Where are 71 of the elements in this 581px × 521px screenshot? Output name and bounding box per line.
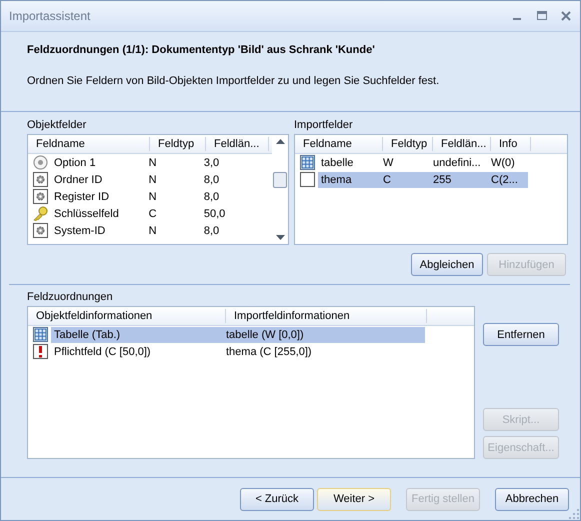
list-row[interactable]: Tabelle (Tab.) tabelle (W [0,0]) [51,326,425,342]
column-header[interactable]: Feldname [28,137,150,151]
gear-icon [33,223,48,238]
column-header[interactable]: Feldlän... [206,137,269,151]
group-label: Feldzuordnungen [27,291,114,303]
column-header[interactable]: Feldlän... [433,137,491,151]
table-cell-text: tabelle (W [0,0]) [225,328,305,340]
dialog-button[interactable]: Abgleichen [411,253,483,276]
table-cell-text: 8,0 [202,174,220,186]
gear-icon [33,172,48,187]
dialog-button[interactable]: Weiter > [317,488,391,510]
table-cell-text: N [148,190,158,202]
table-cell-text: W(0) [490,156,516,168]
table-cell-text: 50,0 [202,208,226,220]
table-cell-text: undefini... [432,156,482,168]
scroll-thumb[interactable] [273,172,287,188]
list-row[interactable]: Option 1 N 3,0 [51,154,263,170]
list-row[interactable]: Register ID N 8,0 [51,188,263,204]
table-cell-text: 255 [432,174,452,186]
list-row[interactable]: Ordner ID N 8,0 [51,172,263,188]
table-cell-text: N [148,174,158,186]
description-text: Ordnen Sie Feldern von Bild-Objekten Importfelder zu und legen Sie Suchfelder fest. [27,75,440,87]
gear-icon [33,189,48,204]
column-header[interactable]: Info [491,137,531,151]
table-cell-text: tabelle [320,156,354,168]
list-row[interactable]: Pflichtfeld (C [50,0]) thema (C [255,0]) [51,344,425,360]
group-label: Importfelder [294,119,354,131]
list-row[interactable]: Schlüsselfeld C 50,0 [51,206,263,222]
table-cell-text: thema [320,174,353,186]
maximize-icon[interactable] [536,10,548,22]
table-cell-text: Pflichtfeld (C [50,0]) [53,346,152,358]
table-icon [33,327,48,342]
exclamation-icon [33,344,48,359]
table-cell-text: thema (C [255,0]) [225,346,313,358]
table-cell-text: 8,0 [202,224,220,236]
column-header[interactable]: Feldname [295,137,383,151]
column-header[interactable]: Feldtyp [150,137,206,151]
list-row[interactable]: thema C 255 C(2... [318,172,528,188]
table-cell-text: Schlüsselfeld [53,208,120,220]
table-cell-text: Ordner ID [53,174,104,186]
window-title: Importassistent [9,9,92,23]
table-icon [300,155,315,170]
close-icon[interactable] [560,10,572,22]
key-icon [33,206,48,221]
table-cell-text: C [382,174,392,186]
dialog-button[interactable]: < Zurück [240,488,314,510]
arrow-down-icon [276,235,284,240]
table-cell-text: Tabelle (Tab.) [53,328,122,340]
table-cell-text: System-ID [53,224,106,236]
table-cell-text: W [382,156,394,168]
radio-icon [33,155,48,170]
column-header[interactable]: Feldtyp [383,137,433,151]
group-label: Objektfelder [27,119,88,131]
table-cell-text: Register ID [53,190,110,202]
column-header[interactable]: Importfeldinformationen [226,309,427,323]
page-heading: Feldzuordnungen (1/1): Dokumententyp 'Bild' aus Schrank 'Kunde' [27,44,376,56]
dialog-button[interactable]: Abbrechen [495,488,569,510]
table-cell-text: C(2... [490,174,519,186]
table-cell-text: Option 1 [53,156,97,168]
dialog-button[interactable]: Entfernen [483,323,559,346]
table-cell-text: N [148,224,158,236]
resize-grip-icon[interactable] [569,509,579,519]
table-cell-text: 3,0 [202,156,220,168]
checkbox-icon [300,172,315,187]
column-header[interactable]: Objektfeldinformationen [28,309,226,323]
list-row[interactable]: tabelle W undefini... W(0) [318,154,528,170]
list-row[interactable]: System-ID N 8,0 [51,222,263,238]
table-cell-text: N [148,156,158,168]
arrow-up-icon [276,139,284,144]
table-cell-text: C [148,208,158,220]
table-cell-text: 8,0 [202,190,220,202]
